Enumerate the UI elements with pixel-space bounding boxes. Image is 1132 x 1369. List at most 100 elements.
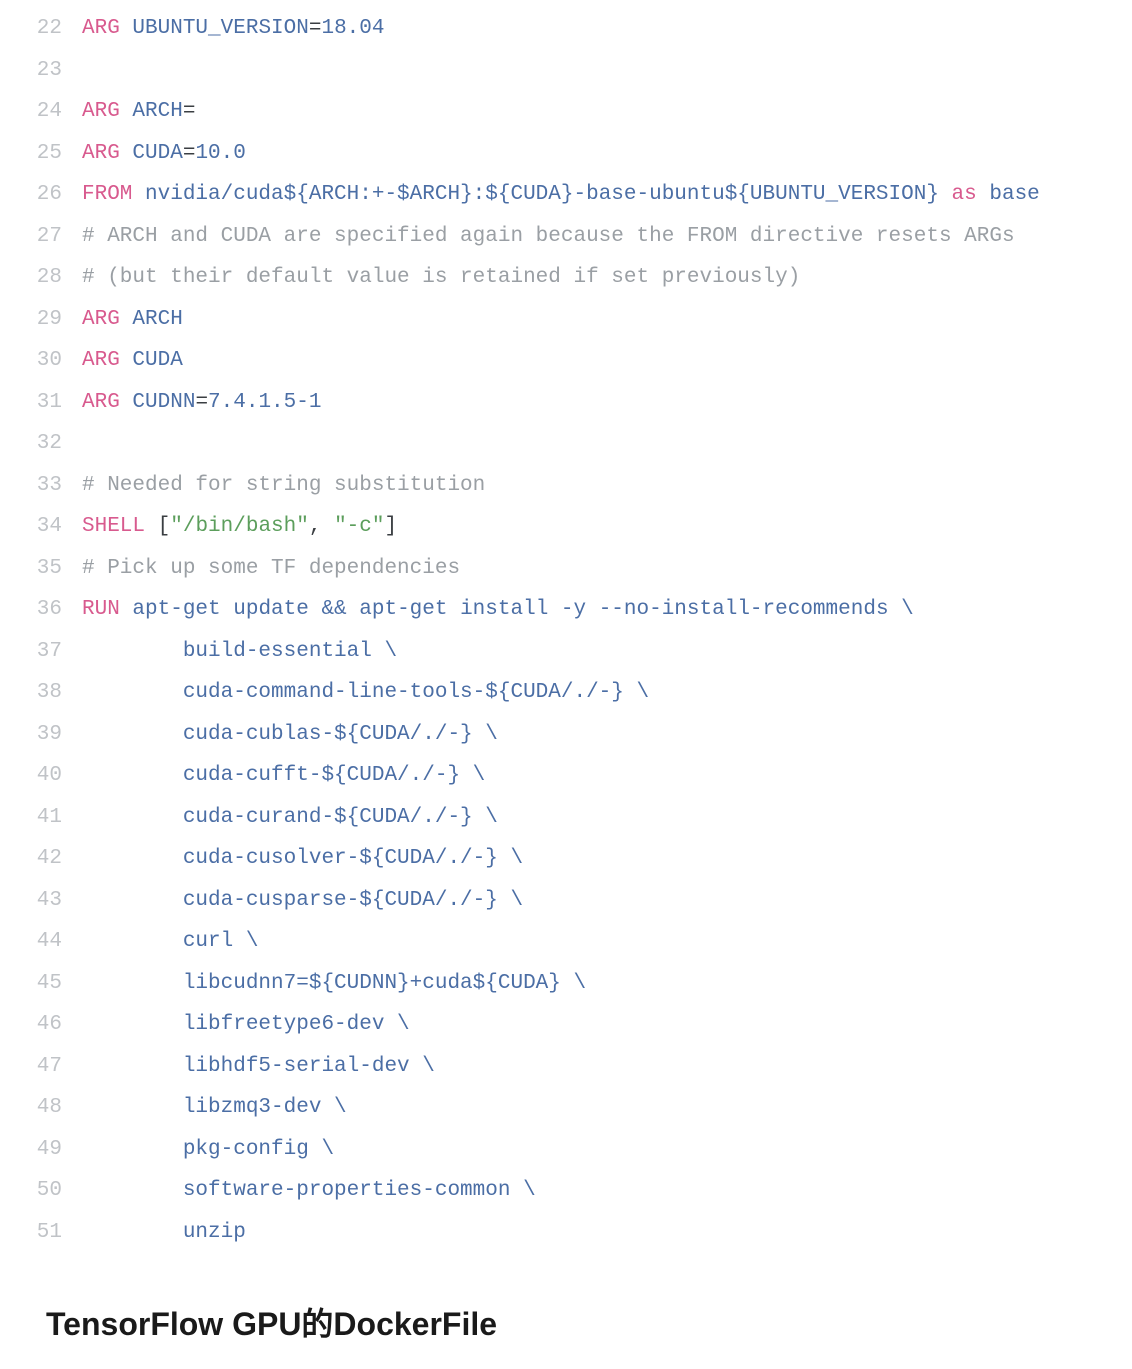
code-block: 22ARG UBUNTU_VERSION=18.042324ARG ARCH=2… <box>0 0 1132 1273</box>
code-line: 23 <box>20 50 1112 92</box>
code-token: UBUNTU_VERSION <box>132 17 308 40</box>
code-token: # Needed for string substitution <box>82 474 485 497</box>
code-content: ARG ARCH <box>82 299 1112 341</box>
code-content: # ARCH and CUDA are specified again beca… <box>82 216 1112 258</box>
line-number: 36 <box>20 589 82 631</box>
code-line: 34SHELL ["/bin/bash", "-c"] <box>20 506 1112 548</box>
code-content: # Needed for string substitution <box>82 465 1112 507</box>
line-number: 23 <box>20 50 82 92</box>
code-token: cuda-cublas-${CUDA/./-} \ <box>82 723 498 746</box>
code-content: libzmq3-dev \ <box>82 1087 1112 1129</box>
line-number: 42 <box>20 838 82 880</box>
code-token: 18.04 <box>321 17 384 40</box>
code-content: cuda-cusparse-${CUDA/./-} \ <box>82 880 1112 922</box>
code-content: cuda-curand-${CUDA/./-} \ <box>82 797 1112 839</box>
code-token: unzip <box>82 1221 246 1244</box>
code-content: libhdf5-serial-dev \ <box>82 1046 1112 1088</box>
line-number: 45 <box>20 963 82 1005</box>
code-line: 32 <box>20 423 1112 465</box>
code-token: ARG <box>82 17 132 40</box>
code-token: apt-get update && apt-get install -y --n… <box>132 598 913 621</box>
code-token: libzmq3-dev \ <box>82 1096 347 1119</box>
code-content: libcudnn7=${CUDNN}+cuda${CUDA} \ <box>82 963 1112 1005</box>
code-content: ARG ARCH= <box>82 91 1112 133</box>
line-number: 44 <box>20 921 82 963</box>
line-number: 22 <box>20 8 82 50</box>
line-number: 25 <box>20 133 82 175</box>
code-line: 31ARG CUDNN=7.4.1.5-1 <box>20 382 1112 424</box>
code-content: RUN apt-get update && apt-get install -y… <box>82 589 1112 631</box>
code-content: SHELL ["/bin/bash", "-c"] <box>82 506 1112 548</box>
code-token: nvidia/cuda${ARCH:+-$ARCH}:${CUDA}-base-… <box>145 183 939 206</box>
code-token: build-essential \ <box>82 640 397 663</box>
code-line: 24ARG ARCH= <box>20 91 1112 133</box>
code-line: 47 libhdf5-serial-dev \ <box>20 1046 1112 1088</box>
code-token: # ARCH and CUDA are specified again beca… <box>82 225 1015 248</box>
code-token: 7.4.1.5-1 <box>208 391 321 414</box>
code-token: cuda-curand-${CUDA/./-} \ <box>82 806 498 829</box>
code-token: base <box>989 183 1039 206</box>
code-token: "/bin/bash" <box>170 515 309 538</box>
line-number: 34 <box>20 506 82 548</box>
code-token: libfreetype6-dev \ <box>82 1013 410 1036</box>
line-number: 24 <box>20 91 82 133</box>
code-line: 29ARG ARCH <box>20 299 1112 341</box>
line-number: 47 <box>20 1046 82 1088</box>
code-line: 28# (but their default value is retained… <box>20 257 1112 299</box>
line-number: 35 <box>20 548 82 590</box>
code-token: ARCH <box>132 308 182 331</box>
code-token: = <box>183 142 196 165</box>
code-token: # Pick up some TF dependencies <box>82 557 460 580</box>
line-number: 43 <box>20 880 82 922</box>
code-content <box>82 423 1112 465</box>
code-token: CUDA <box>132 142 182 165</box>
code-token: ARG <box>82 142 132 165</box>
code-token: ] <box>385 515 398 538</box>
code-token: libcudnn7=${CUDNN}+cuda${CUDA} \ <box>82 972 586 995</box>
code-token: ARG <box>82 391 132 414</box>
code-content: cuda-command-line-tools-${CUDA/./-} \ <box>82 672 1112 714</box>
code-line: 36RUN apt-get update && apt-get install … <box>20 589 1112 631</box>
code-line: 37 build-essential \ <box>20 631 1112 673</box>
code-line: 43 cuda-cusparse-${CUDA/./-} \ <box>20 880 1112 922</box>
code-content: FROM nvidia/cuda${ARCH:+-$ARCH}:${CUDA}-… <box>82 174 1112 216</box>
code-token: "-c" <box>334 515 384 538</box>
line-number: 31 <box>20 382 82 424</box>
code-line: 41 cuda-curand-${CUDA/./-} \ <box>20 797 1112 839</box>
code-token: [ <box>158 515 171 538</box>
code-content: ARG CUDA=10.0 <box>82 133 1112 175</box>
code-line: 35# Pick up some TF dependencies <box>20 548 1112 590</box>
code-content: curl \ <box>82 921 1112 963</box>
code-line: 38 cuda-command-line-tools-${CUDA/./-} \ <box>20 672 1112 714</box>
line-number: 32 <box>20 423 82 465</box>
code-content: ARG CUDNN=7.4.1.5-1 <box>82 382 1112 424</box>
code-token: = <box>309 17 322 40</box>
code-line: 30ARG CUDA <box>20 340 1112 382</box>
line-number: 30 <box>20 340 82 382</box>
code-content: build-essential \ <box>82 631 1112 673</box>
code-token: = <box>195 391 208 414</box>
line-number: 33 <box>20 465 82 507</box>
line-number: 46 <box>20 1004 82 1046</box>
code-line: 46 libfreetype6-dev \ <box>20 1004 1112 1046</box>
code-line: 50 software-properties-common \ <box>20 1170 1112 1212</box>
code-token: CUDNN <box>132 391 195 414</box>
line-number: 41 <box>20 797 82 839</box>
code-content: # Pick up some TF dependencies <box>82 548 1112 590</box>
code-content: # (but their default value is retained i… <box>82 257 1112 299</box>
code-token: cuda-cusolver-${CUDA/./-} \ <box>82 847 523 870</box>
code-line: 45 libcudnn7=${CUDNN}+cuda${CUDA} \ <box>20 963 1112 1005</box>
code-line: 40 cuda-cufft-${CUDA/./-} \ <box>20 755 1112 797</box>
line-number: 26 <box>20 174 82 216</box>
caption: TensorFlow GPU的DockerFile <box>0 1273 1132 1369</box>
code-content: ARG UBUNTU_VERSION=18.04 <box>82 8 1112 50</box>
code-token: ARG <box>82 349 132 372</box>
line-number: 51 <box>20 1212 82 1254</box>
code-content: ARG CUDA <box>82 340 1112 382</box>
code-token: cuda-cusparse-${CUDA/./-} \ <box>82 889 523 912</box>
code-line: 33# Needed for string substitution <box>20 465 1112 507</box>
line-number: 28 <box>20 257 82 299</box>
code-token: ARCH <box>132 100 182 123</box>
line-number: 27 <box>20 216 82 258</box>
code-token: RUN <box>82 598 132 621</box>
